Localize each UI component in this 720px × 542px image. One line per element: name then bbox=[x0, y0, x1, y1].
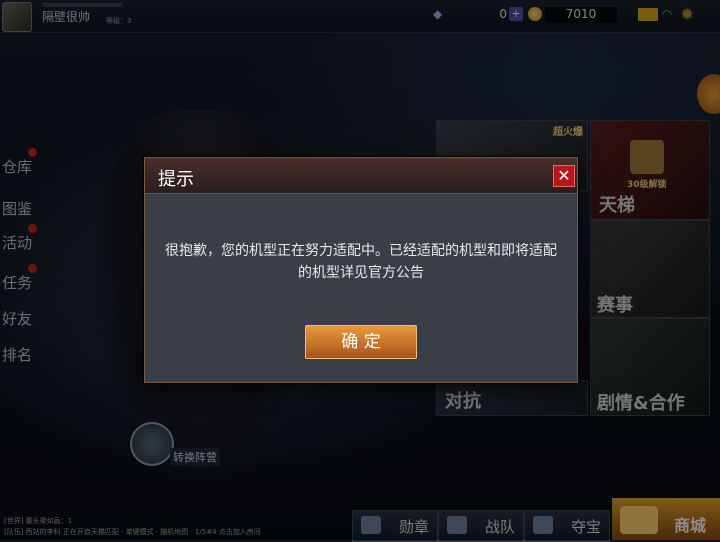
close-button[interactable]: ✕ bbox=[553, 165, 575, 187]
dialog-title: 提示 bbox=[158, 169, 194, 190]
dialog-message: 很抱歉，您的机型正在努力适配中。已经适配的机型和即将适配的机型详见官方公告 bbox=[165, 243, 557, 281]
dialog-header: 提示 ✕ bbox=[145, 158, 577, 194]
notice-dialog: 提示 ✕ 很抱歉，您的机型正在努力适配中。已经适配的机型和即将适配的机型详见官方… bbox=[144, 157, 578, 383]
confirm-button[interactable]: 确 定 bbox=[305, 325, 417, 359]
